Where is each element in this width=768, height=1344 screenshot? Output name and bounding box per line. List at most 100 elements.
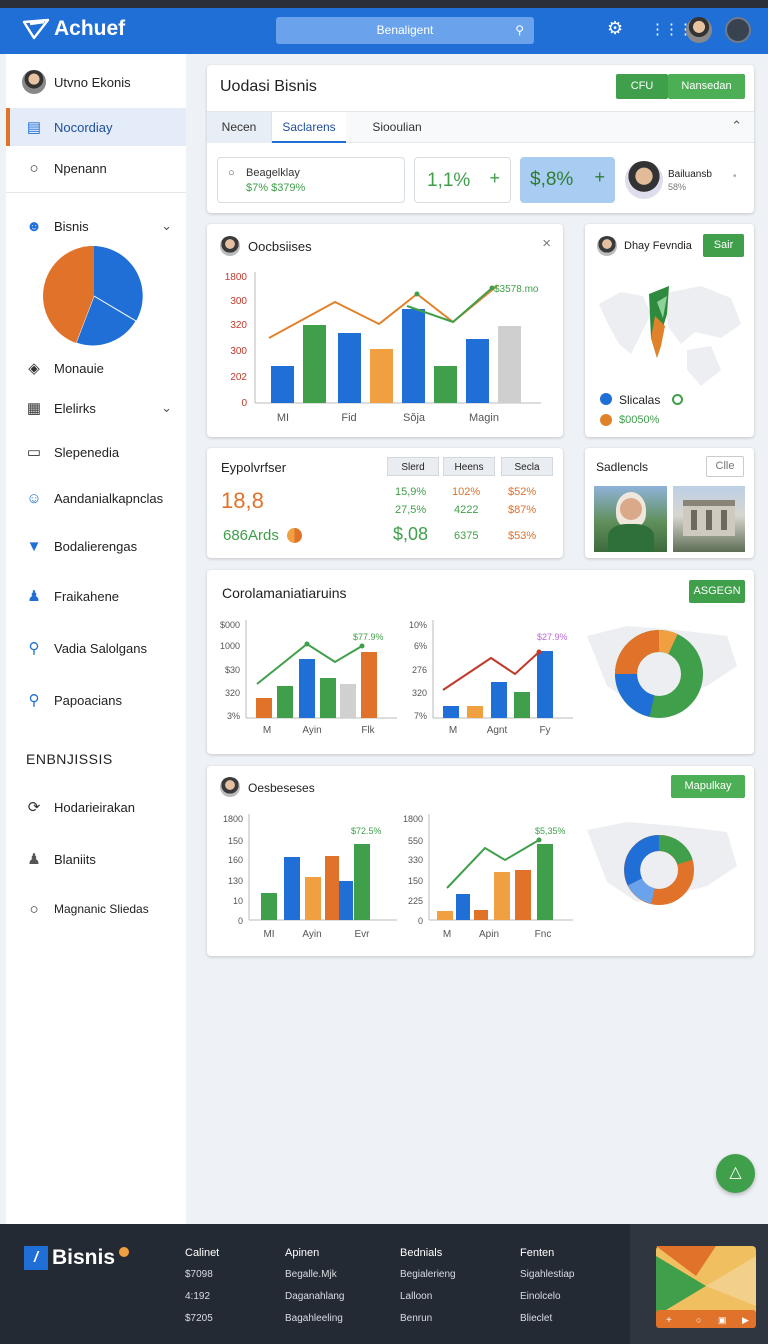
footer-link[interactable]: $7098 [185, 1264, 219, 1286]
sidebar-item-hodarieirakan[interactable]: ⟳ Hodarieirakan [6, 787, 186, 827]
app-logo[interactable]: Achuef [22, 17, 125, 41]
chevron-up-icon[interactable]: ⌃ [731, 118, 742, 134]
refresh-icon: ⟳ [27, 799, 41, 816]
bar [256, 698, 272, 718]
dot-icon[interactable]: • [733, 171, 737, 182]
clle-button[interactable]: Clle [706, 456, 744, 477]
point [414, 291, 420, 297]
sidebar-item-label: Vadia Salolgans [54, 640, 147, 656]
col-head-heens[interactable]: Heens [443, 457, 495, 476]
footer-link[interactable]: Benrun [400, 1308, 456, 1330]
sidebar-item-nocordiay[interactable]: ▤ Nocordiay [6, 108, 186, 146]
nansedan-button[interactable]: Nansedan [668, 74, 745, 99]
person-avatar[interactable] [625, 161, 663, 199]
footer-brand[interactable]: / Bisnis [24, 1246, 130, 1270]
mapulkay-button[interactable]: Mapulkay [671, 775, 745, 798]
map-land [599, 292, 651, 354]
sidebar-item-papoacians[interactable]: ⚲ Papoacians [6, 680, 186, 720]
sidebar-item-monauie[interactable]: ◈ Monauie [6, 348, 186, 388]
xtick: Fnc [535, 929, 552, 940]
tab-necen[interactable]: Necen [207, 112, 272, 143]
bar [325, 856, 339, 920]
sidebar-item-npenann[interactable]: ○ Npenann [6, 148, 186, 188]
photo-woman[interactable] [594, 486, 667, 552]
tab-saclarens[interactable]: Saclarens [272, 112, 346, 143]
top-bar: Achuef Benaligent ⚲ ⚙ ⋮⋮⋮ [0, 8, 768, 54]
sidebar-item-vadia-salolgans[interactable]: ⚲ Vadia Salolgans [6, 628, 186, 668]
footer-link[interactable]: 4:192 [185, 1286, 219, 1308]
diamond-icon: ◈ [28, 360, 40, 377]
chevron-down-icon[interactable]: ⌄ [161, 400, 172, 416]
thumb-icon: ○ [696, 1315, 701, 1325]
gear-icon[interactable]: ⚙ [607, 18, 623, 39]
ytick: 3% [227, 711, 240, 721]
footer-link[interactable]: Begialerieng [400, 1264, 456, 1286]
combo2-donut [587, 822, 737, 905]
footer-link[interactable]: Sigahlestiap [520, 1264, 574, 1286]
point [536, 837, 542, 843]
ytick: 10% [409, 620, 427, 630]
plus-icon[interactable]: + [594, 167, 605, 188]
footer-link[interactable]: Blieclet [520, 1308, 574, 1330]
person-name: Bailuansb [668, 169, 712, 180]
footer-link[interactable]: Daganahlang [285, 1286, 345, 1308]
stat-card-1[interactable]: ○ Beagelklay $7% $379% [217, 157, 405, 203]
sidebar-item-aandanialkapnclas[interactable]: ☺ Aandanialkapnclas [6, 478, 186, 518]
notification-icon[interactable] [725, 17, 751, 43]
plus-icon[interactable]: + [489, 168, 500, 189]
bar [361, 652, 377, 718]
ytick: 150 [228, 836, 243, 846]
footer-link[interactable]: Bagahleeling [285, 1308, 345, 1330]
legend-dot-green [672, 394, 683, 405]
ytick: $30 [225, 665, 240, 675]
sair-button[interactable]: Sair [703, 234, 744, 257]
ytick: 300 [230, 296, 247, 307]
user-avatar[interactable] [686, 17, 712, 43]
ytick: 1800 [223, 814, 243, 824]
sidebar-item-fraikahene[interactable]: ♟ Fraikahene [6, 576, 186, 616]
sidebar-profile[interactable]: Utvno Ekonis [6, 62, 186, 102]
person-icon: ♟ [27, 851, 41, 868]
fab-upload-icon[interactable]: △ [716, 1154, 755, 1193]
footer-link[interactable]: Einolcelo [520, 1286, 574, 1308]
ytick: 1800 [403, 814, 423, 824]
annotation: $72.5% [351, 826, 382, 836]
bar [437, 911, 453, 920]
xtick: Sŏja [403, 412, 426, 424]
search-input[interactable]: Benaligent ⚲ [276, 17, 534, 44]
col-head-secla[interactable]: Secla [501, 457, 553, 476]
sidebar-item-magnanic-sliedas[interactable]: ○ Magnanic Sliedas [6, 889, 186, 929]
xtick: Fy [539, 725, 550, 736]
chevron-down-icon[interactable]: ⌄ [161, 218, 172, 234]
close-icon[interactable]: × [542, 235, 551, 252]
photo-building[interactable] [673, 486, 745, 552]
cfu-button[interactable]: CFU [616, 74, 668, 99]
map-card: Dhay Fevndia Sair Slicalas $0050% [585, 224, 754, 437]
sidebar-item-label: Monauie [54, 360, 104, 376]
footer-thumbnail[interactable]: + ○ ▣ ▶ [656, 1246, 756, 1328]
sidebar-item-elelirks[interactable]: ▦ Elelirks ⌄ [6, 388, 186, 428]
stat-card-2[interactable]: 1,1% + [414, 157, 511, 203]
xtick: Ayin [302, 929, 321, 940]
tab-siooulian[interactable]: Siooulian [357, 112, 437, 143]
stat-card-3[interactable]: $,8% + [520, 157, 615, 203]
footer-col-head: Fenten [520, 1247, 555, 1259]
ytick: 320 [230, 320, 247, 331]
bar [338, 333, 361, 403]
stats-big1: 18,8 [221, 488, 264, 513]
footer-link[interactable]: Lalloon [400, 1286, 456, 1308]
col-head-slerd[interactable]: Slerd [387, 457, 439, 476]
thumb-icon: ▣ [718, 1315, 727, 1325]
ytick: 6% [414, 641, 427, 651]
search-icon[interactable]: ⚲ [515, 17, 524, 44]
sidebar: Utvno Ekonis ▤ Nocordiay ○ Npenann ☻ Bis… [6, 54, 186, 1224]
sidebar-item-slepenedia[interactable]: ▭ Slepenedia [6, 432, 186, 472]
sidebar-item-bodalierengas[interactable]: ▼ Bodalierengas [6, 526, 186, 566]
circle-icon: ○ [29, 900, 39, 918]
sidebar-item-bisnis[interactable]: ☻ Bisnis ⌄ [6, 206, 186, 246]
sidebar-item-blaniits[interactable]: ♟ Blaniits [6, 839, 186, 879]
footer-link[interactable]: Begalle.Mjk [285, 1264, 345, 1286]
footer-link[interactable]: $7205 [185, 1308, 219, 1330]
asgegn-button[interactable]: ASGEGN [689, 580, 745, 603]
stats-title: Eypolvrfser [221, 460, 287, 475]
